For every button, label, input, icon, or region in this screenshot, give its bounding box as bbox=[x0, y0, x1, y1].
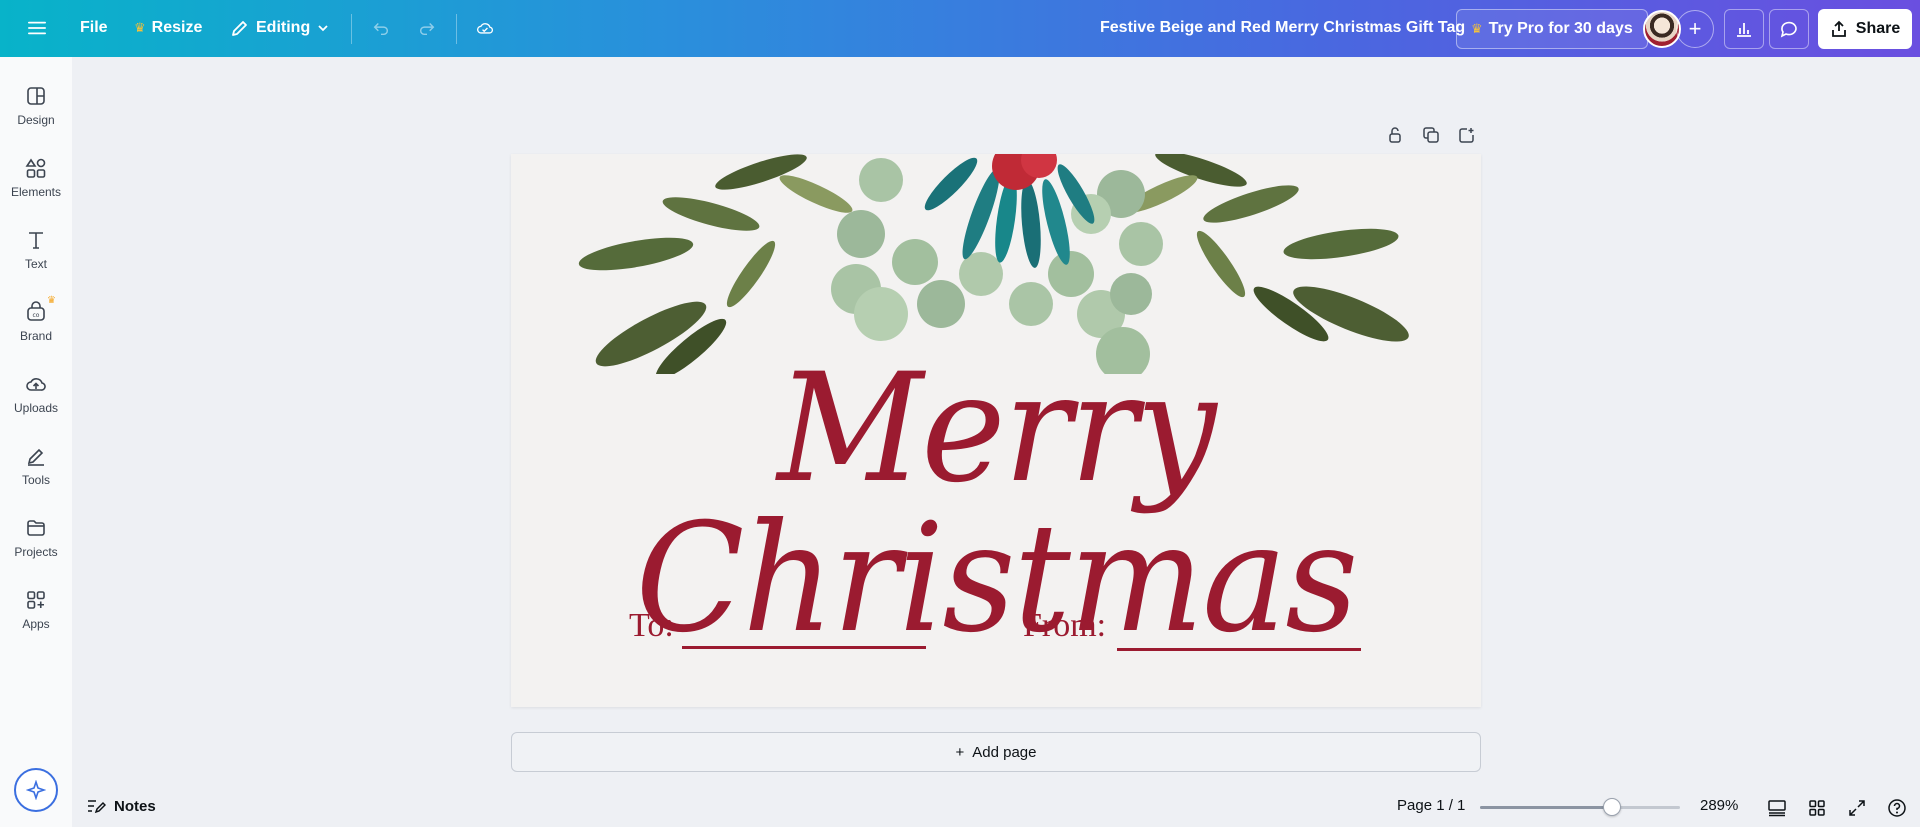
undo-button[interactable] bbox=[362, 8, 400, 48]
page-layout-icon bbox=[1768, 800, 1786, 817]
document-title[interactable]: Festive Beige and Red Merry Christmas Gi… bbox=[1100, 19, 1465, 37]
greenery-illustration[interactable] bbox=[511, 154, 1481, 374]
from-underline[interactable] bbox=[1117, 648, 1361, 651]
to-label[interactable]: To: bbox=[629, 607, 674, 645]
add-page-top-button[interactable] bbox=[1456, 124, 1478, 146]
unlock-icon bbox=[1389, 127, 1401, 143]
fullscreen-icon bbox=[1849, 800, 1865, 816]
notes-label: Notes bbox=[114, 797, 156, 815]
add-page-icon bbox=[1459, 128, 1474, 143]
text-icon bbox=[29, 232, 43, 249]
page-view-button[interactable] bbox=[1766, 797, 1788, 819]
zoom-level[interactable]: 289% bbox=[1700, 797, 1738, 814]
share-upload-icon bbox=[1831, 20, 1846, 37]
plus-icon: + bbox=[955, 743, 965, 761]
sidebar-item-text[interactable]: Text bbox=[0, 223, 72, 287]
file-menu-button[interactable]: File bbox=[70, 8, 118, 48]
page-indicator[interactable]: Page 1 / 1 bbox=[1397, 797, 1465, 814]
comment-icon bbox=[1780, 21, 1797, 38]
cloud-upload-icon bbox=[26, 378, 46, 391]
sidebar-item-label: Uploads bbox=[13, 401, 59, 415]
folder-icon bbox=[27, 520, 45, 536]
plus-icon: + bbox=[1688, 16, 1702, 41]
hamburger-icon bbox=[28, 21, 46, 35]
top-toolbar: File ♛ Resize Editing Festive Beige and … bbox=[0, 0, 1920, 57]
left-sidebar: Design Elements Text ♛ co Brand Uploads … bbox=[0, 57, 72, 827]
sidebar-item-label: Apps bbox=[22, 617, 50, 631]
editing-mode-button[interactable]: Editing bbox=[220, 8, 340, 48]
zoom-slider-fill bbox=[1480, 806, 1612, 809]
help-button[interactable] bbox=[1886, 797, 1908, 819]
redo-icon bbox=[419, 22, 435, 36]
sidebar-item-design[interactable]: Design bbox=[0, 79, 72, 143]
share-label: Share bbox=[1855, 20, 1901, 37]
sidebar-item-label: Brand bbox=[19, 329, 53, 343]
crown-icon: ♛ bbox=[1471, 21, 1483, 36]
main-menu-button[interactable] bbox=[18, 8, 56, 48]
notes-icon bbox=[88, 800, 106, 814]
from-label[interactable]: From: bbox=[1023, 607, 1106, 645]
lock-page-button[interactable] bbox=[1384, 124, 1406, 146]
add-page-button[interactable]: + Add page bbox=[511, 732, 1481, 772]
pen-tool-icon bbox=[27, 448, 44, 466]
magic-assistant-button[interactable] bbox=[14, 768, 58, 812]
sidebar-item-projects[interactable]: Projects bbox=[0, 511, 72, 575]
sidebar-item-brand[interactable]: ♛ co Brand bbox=[0, 295, 72, 359]
duplicate-icon bbox=[1423, 127, 1439, 143]
shapes-icon bbox=[25, 158, 46, 178]
file-label: File bbox=[80, 19, 108, 36]
toolbar-divider bbox=[456, 14, 457, 44]
share-button[interactable]: Share bbox=[1818, 9, 1912, 49]
apps-icon bbox=[27, 591, 45, 609]
bar-chart-icon bbox=[1737, 23, 1751, 37]
help-icon bbox=[1888, 799, 1906, 817]
pencil-icon bbox=[232, 21, 247, 36]
try-pro-label: Try Pro for 30 days bbox=[1488, 20, 1633, 37]
redo-button[interactable] bbox=[408, 8, 446, 48]
sidebar-item-tools[interactable]: Tools bbox=[0, 439, 72, 503]
sidebar-item-label: Tools bbox=[21, 473, 50, 487]
sidebar-item-uploads[interactable]: Uploads bbox=[0, 367, 72, 431]
zoom-slider[interactable] bbox=[1480, 798, 1680, 816]
zoom-slider-thumb[interactable] bbox=[1603, 798, 1621, 816]
add-collaborator-button[interactable]: + bbox=[1676, 10, 1714, 48]
notes-button[interactable]: Notes bbox=[86, 797, 156, 815]
fullscreen-button[interactable] bbox=[1846, 797, 1868, 819]
grid-icon bbox=[1809, 800, 1825, 816]
resize-label: Resize bbox=[151, 19, 203, 36]
editing-label: Editing bbox=[256, 19, 311, 36]
to-underline[interactable] bbox=[682, 646, 926, 649]
sidebar-item-label: Projects bbox=[14, 545, 58, 559]
add-page-label: Add page bbox=[972, 743, 1037, 761]
sidebar-item-label: Text bbox=[24, 257, 47, 271]
duplicate-page-button[interactable] bbox=[1420, 124, 1442, 146]
layout-icon bbox=[27, 87, 45, 105]
crown-icon: ♛ bbox=[134, 20, 146, 35]
design-canvas[interactable]: Merry Christmas To: From: bbox=[511, 154, 1481, 707]
insights-button[interactable] bbox=[1724, 9, 1764, 49]
save-status-button[interactable] bbox=[466, 8, 504, 48]
sidebar-item-label: Design bbox=[17, 113, 55, 127]
try-pro-button[interactable]: ♛ Try Pro for 30 days bbox=[1456, 9, 1648, 49]
undo-icon bbox=[373, 22, 389, 36]
sidebar-item-apps[interactable]: Apps bbox=[0, 583, 72, 647]
grid-view-button[interactable] bbox=[1806, 797, 1828, 819]
toolbar-divider bbox=[351, 14, 352, 44]
sidebar-item-elements[interactable]: Elements bbox=[0, 151, 72, 215]
crown-icon: ♛ bbox=[47, 295, 56, 306]
sidebar-item-label: Elements bbox=[10, 185, 62, 199]
svg-text:co: co bbox=[33, 312, 40, 319]
cloud-check-icon bbox=[477, 23, 494, 34]
resize-button[interactable]: ♛ Resize bbox=[124, 8, 212, 48]
sparkle-icon bbox=[26, 780, 46, 800]
chevron-down-icon bbox=[318, 25, 328, 32]
comments-button[interactable] bbox=[1769, 9, 1809, 49]
brand-icon: co bbox=[27, 301, 45, 321]
